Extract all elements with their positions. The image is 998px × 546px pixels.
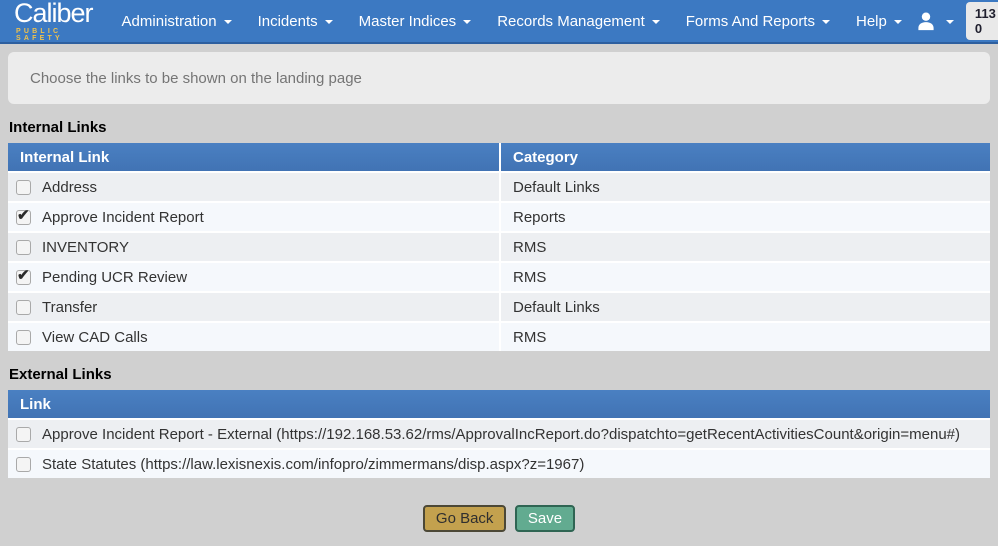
action-button-bar: Go Back Save — [0, 505, 998, 532]
info-banner: Choose the links to be shown on the land… — [8, 52, 990, 104]
menu-forms-and-reports[interactable]: Forms And Reports — [673, 0, 843, 42]
link-label: Address — [42, 179, 97, 196]
table-row: Address Default Links — [8, 173, 990, 201]
chevron-down-icon — [325, 20, 333, 24]
chevron-down-icon — [652, 20, 660, 24]
menu-incidents[interactable]: Incidents — [245, 0, 346, 42]
external-links-table: Link Approve Incident Report - External … — [8, 390, 990, 478]
checkbox-address[interactable] — [16, 180, 31, 195]
checkbox-approve-incident-report-external[interactable] — [16, 427, 31, 442]
save-button[interactable]: Save — [515, 505, 575, 532]
brand-tagline: PUBLIC SAFETY — [14, 28, 93, 42]
link-label: Approve Incident Report — [42, 209, 204, 226]
link-category: Reports — [501, 203, 990, 231]
internal-links-table-header: Internal Link Category — [8, 143, 990, 171]
brand-logo[interactable]: Caliber PUBLIC SAFETY — [14, 0, 93, 42]
info-banner-text: Choose the links to be shown on the land… — [30, 70, 362, 87]
chevron-down-icon — [822, 20, 830, 24]
menu-label: Incidents — [258, 13, 318, 30]
external-links-table-body: Approve Incident Report - External (http… — [8, 420, 990, 478]
link-label: View CAD Calls — [42, 329, 148, 346]
external-links-table-header: Link — [8, 390, 990, 418]
link-label: Pending UCR Review — [42, 269, 187, 286]
link-label: Transfer — [42, 299, 97, 316]
record-count-badge[interactable]: 113 / 0 — [966, 2, 998, 40]
checkbox-transfer[interactable] — [16, 300, 31, 315]
menu-records-management[interactable]: Records Management — [484, 0, 673, 42]
menu-label: Help — [856, 13, 887, 30]
menu-master-indices[interactable]: Master Indices — [346, 0, 485, 42]
user-menu-button[interactable] — [915, 10, 957, 32]
internal-links-heading: Internal Links — [9, 119, 990, 136]
navbar-right-group: 113 / 0 ⚙ — [915, 2, 998, 40]
table-row: Pending UCR Review RMS — [8, 263, 990, 291]
table-row: Approve Incident Report Reports — [8, 203, 990, 231]
chevron-down-icon — [894, 20, 902, 24]
column-header-internal-link: Internal Link — [8, 143, 499, 171]
chevron-down-icon — [224, 20, 232, 24]
chevron-down-icon — [463, 20, 471, 24]
go-back-button[interactable]: Go Back — [423, 505, 507, 532]
link-category: Default Links — [501, 293, 990, 321]
table-row: Transfer Default Links — [8, 293, 990, 321]
column-header-category: Category — [501, 143, 990, 171]
checkbox-view-cad-calls[interactable] — [16, 330, 31, 345]
external-links-heading: External Links — [9, 366, 990, 383]
table-row: Approve Incident Report - External (http… — [8, 420, 990, 448]
column-header-link: Link — [8, 390, 990, 418]
brand-name: Caliber — [14, 0, 93, 27]
menu-label: Records Management — [497, 13, 645, 30]
menu-label: Administration — [122, 13, 217, 30]
internal-links-table: Internal Link Category Address Default L… — [8, 143, 990, 351]
top-navbar: Caliber PUBLIC SAFETY Administration Inc… — [0, 0, 998, 44]
link-label: State Statutes (https://law.lexisnexis.c… — [42, 456, 584, 473]
checkbox-approve-incident-report[interactable] — [16, 210, 31, 225]
link-label: INVENTORY — [42, 239, 129, 256]
menu-label: Forms And Reports — [686, 13, 815, 30]
menu-administration[interactable]: Administration — [109, 0, 245, 42]
table-row: View CAD Calls RMS — [8, 323, 990, 351]
table-row: State Statutes (https://law.lexisnexis.c… — [8, 450, 990, 478]
user-icon — [915, 10, 937, 32]
table-row: INVENTORY RMS — [8, 233, 990, 261]
link-category: RMS — [501, 233, 990, 261]
chevron-down-icon — [946, 20, 954, 24]
menu-help[interactable]: Help — [843, 0, 915, 42]
menu-label: Master Indices — [359, 13, 457, 30]
link-category: RMS — [501, 323, 990, 351]
checkbox-state-statutes[interactable] — [16, 457, 31, 472]
link-label: Approve Incident Report - External (http… — [42, 426, 960, 443]
internal-links-table-body: Address Default Links Approve Incident R… — [8, 173, 990, 351]
link-category: Default Links — [501, 173, 990, 201]
checkbox-pending-ucr-review[interactable] — [16, 270, 31, 285]
link-category: RMS — [501, 263, 990, 291]
checkbox-inventory[interactable] — [16, 240, 31, 255]
